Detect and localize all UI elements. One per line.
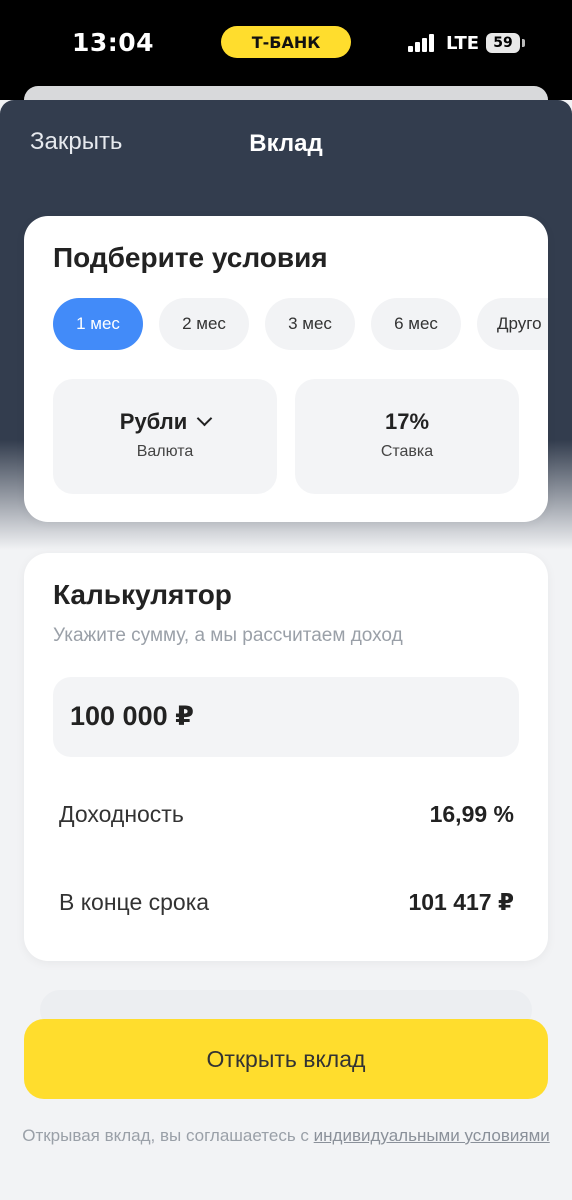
term-chip-3[interactable]: 3 мес — [265, 298, 355, 350]
status-time: 13:04 — [72, 28, 155, 57]
bank-badge: Т-БАНК — [221, 26, 351, 58]
network-label: LTE — [446, 33, 480, 54]
term-chip-2[interactable]: 2 мес — [159, 298, 249, 350]
term-chips: 1 мес 2 мес 3 мес 6 мес Друго — [53, 298, 548, 350]
calculator-card: Калькулятор Укажите сумму, а мы рассчита… — [24, 553, 548, 961]
signal-icon — [408, 34, 436, 52]
calculator-subtitle: Укажите сумму, а мы рассчитаем доход — [53, 625, 403, 646]
rate-label: Ставка — [380, 443, 434, 460]
end-of-term-value: 101 417 ₽ — [408, 889, 514, 915]
term-chip-1[interactable]: 1 мес — [53, 298, 143, 350]
currency-value-row: Рубли — [53, 409, 277, 435]
amount-input[interactable]: 100 000 ₽ — [53, 677, 519, 757]
yield-value: 16,99 % — [429, 801, 514, 827]
open-deposit-button[interactable]: Открыть вклад — [24, 1019, 548, 1099]
rate-tile: 17% Ставка — [295, 379, 519, 494]
rate-value: 17% — [384, 409, 430, 434]
chevron-down-icon — [196, 410, 213, 427]
agreement-note: Открывая вклад, вы соглашаетесь с индиви… — [20, 1124, 552, 1148]
currency-selector[interactable]: Рубли Валюта — [53, 379, 277, 494]
status-bar: 13:04 Т-БАНК LTE 59 — [0, 0, 572, 100]
calculator-title: Калькулятор — [53, 579, 232, 610]
amount-value: 100 000 ₽ — [70, 701, 194, 731]
agreement-text: Открывая вклад, вы соглашаетесь с — [22, 1126, 309, 1145]
conditions-title: Подберите условия — [53, 242, 328, 273]
term-chip-6[interactable]: 6 мес — [371, 298, 461, 350]
battery-icon: 59 — [486, 33, 525, 53]
end-of-term-label: В конце срока — [59, 889, 210, 915]
end-of-term-row: В конце срока 101 417 ₽ — [59, 889, 514, 916]
currency-label: Валюта — [136, 443, 194, 460]
yield-label: Доходность — [59, 801, 184, 827]
page-title: Вклад — [249, 130, 323, 157]
terms-link[interactable]: индивидуальными условиями — [314, 1126, 550, 1145]
conditions-card: Подберите условия 1 мес 2 мес 3 мес 6 мес Др… — [24, 216, 548, 522]
term-chip-other[interactable]: Друго — [477, 298, 548, 350]
currency-value: Рубли — [119, 409, 188, 434]
yield-row: Доходность 16,99 % — [59, 801, 514, 828]
